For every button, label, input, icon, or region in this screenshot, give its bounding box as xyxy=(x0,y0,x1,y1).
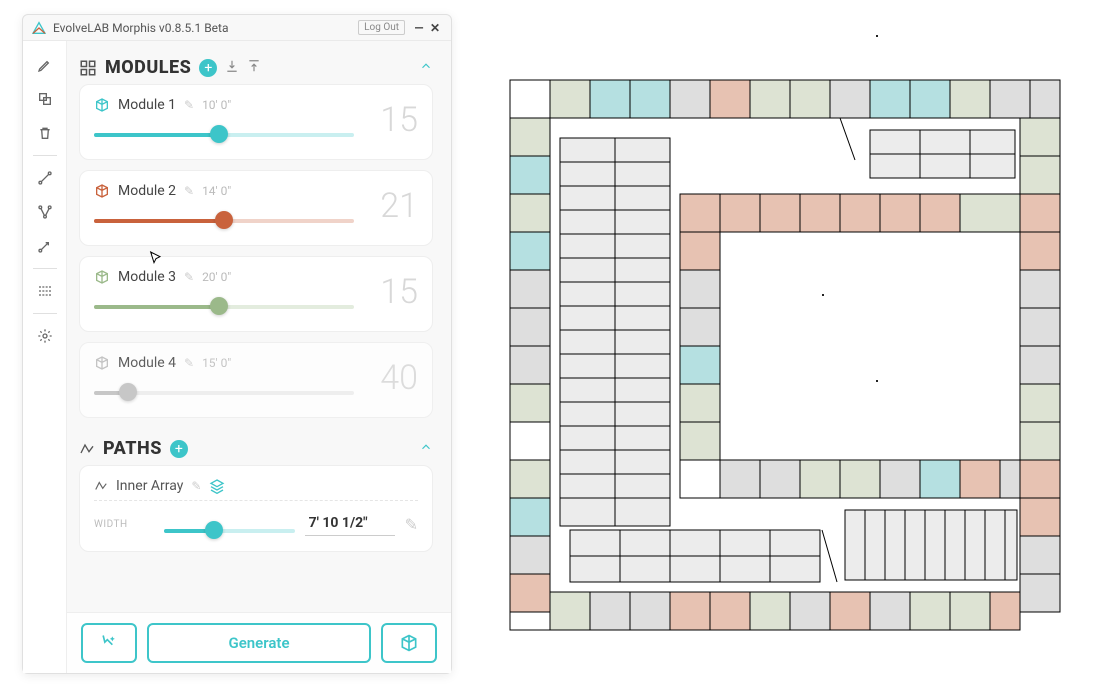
module-count: 21 xyxy=(368,186,418,226)
cube-icon xyxy=(94,183,110,199)
path-icon xyxy=(37,170,53,186)
gear-icon xyxy=(37,328,53,344)
add-module-button[interactable]: + xyxy=(199,59,217,77)
ref-dot xyxy=(876,35,878,37)
path-tool-1[interactable] xyxy=(29,162,61,194)
module-card[interactable]: Module 1 ✎ 10' 0" 15 xyxy=(79,84,433,160)
ref-dot xyxy=(876,380,878,382)
collapse-modules[interactable] xyxy=(419,58,433,77)
import-button[interactable] xyxy=(225,59,239,77)
cube-button[interactable] xyxy=(381,623,437,663)
ref-dot xyxy=(822,294,824,296)
copy-icon xyxy=(37,91,53,107)
path-tool-2[interactable] xyxy=(29,196,61,228)
add-path-button[interactable]: + xyxy=(170,440,188,458)
trash-icon xyxy=(37,125,53,141)
module-name: Module 3 xyxy=(118,269,176,285)
module-count: 15 xyxy=(368,100,418,140)
settings-tool[interactable] xyxy=(29,320,61,352)
edit-path-icon[interactable]: ✎ xyxy=(191,479,201,493)
module-dims: 20' 0" xyxy=(202,270,231,284)
edit-module-icon[interactable]: ✎ xyxy=(184,98,194,112)
module-slider[interactable] xyxy=(94,297,354,315)
modules-section-header: MODULES + xyxy=(79,51,433,84)
cube-icon xyxy=(94,355,110,371)
module-name: Module 2 xyxy=(118,183,176,199)
edit-module-icon[interactable]: ✎ xyxy=(184,270,194,284)
branch-icon xyxy=(37,204,53,220)
collapse-paths[interactable] xyxy=(419,439,433,458)
module-dims: 10' 0" xyxy=(202,98,231,112)
width-slider[interactable] xyxy=(164,521,295,539)
floor-plan-canvas xyxy=(500,70,1070,640)
chevron-up-icon xyxy=(419,59,433,73)
module-card[interactable]: Module 3 ✎ 20' 0" 15 xyxy=(79,256,433,332)
cube-icon xyxy=(94,97,110,113)
module-count: 40 xyxy=(368,358,418,398)
magic-button[interactable] xyxy=(81,623,137,663)
module-card[interactable]: Module 2 ✎ 14' 0" 21 xyxy=(79,170,433,246)
generate-button[interactable]: Generate xyxy=(147,623,371,663)
paths-icon xyxy=(79,441,95,457)
module-slider[interactable] xyxy=(94,211,354,229)
titlebar: EvolveLAB Morphis v0.8.5.1 Beta Log Out … xyxy=(23,15,451,41)
pencil-tool[interactable] xyxy=(29,49,61,81)
path-line-icon xyxy=(94,479,108,493)
module-name: Module 4 xyxy=(118,355,176,371)
path-name: Inner Array xyxy=(116,478,183,494)
delete-tool[interactable] xyxy=(29,117,61,149)
close-button[interactable]: ✕ xyxy=(427,21,443,35)
main-panel: MODULES + Module 1 ✎ 10' 0" xyxy=(67,41,451,673)
left-toolbar xyxy=(23,41,67,673)
footer: Generate xyxy=(67,612,451,673)
module-dims: 14' 0" xyxy=(202,184,231,198)
grid-icon xyxy=(37,283,53,299)
pencil-icon xyxy=(37,57,53,73)
edit-module-icon[interactable]: ✎ xyxy=(184,356,194,370)
edit-module-icon[interactable]: ✎ xyxy=(184,184,194,198)
module-dims: 15' 0" xyxy=(202,356,231,370)
export-button[interactable] xyxy=(247,59,261,77)
module-slider[interactable] xyxy=(94,383,354,401)
download-icon xyxy=(225,59,239,73)
layers-icon[interactable] xyxy=(209,478,225,494)
modules-title: MODULES xyxy=(105,57,191,78)
module-card[interactable]: Module 4 ✎ 15' 0" 40 xyxy=(79,342,433,418)
module-slider[interactable] xyxy=(94,125,354,143)
scroll-area[interactable]: MODULES + Module 1 ✎ 10' 0" xyxy=(67,41,451,612)
modules-icon xyxy=(79,59,97,77)
chevron-up-icon xyxy=(419,440,433,454)
path-tool-3[interactable] xyxy=(29,230,61,262)
app-title: EvolveLAB Morphis v0.8.5.1 Beta xyxy=(53,21,358,35)
minimize-button[interactable]: — xyxy=(411,21,427,35)
app-panel: EvolveLAB Morphis v0.8.5.1 Beta Log Out … xyxy=(22,14,452,674)
paths-title: PATHS xyxy=(103,438,162,459)
edit-width-icon[interactable]: ✎ xyxy=(405,515,418,534)
width-label: WIDTH xyxy=(94,519,154,530)
path-arrow-icon xyxy=(37,238,53,254)
app-logo-icon xyxy=(31,20,47,36)
module-name: Module 1 xyxy=(118,97,176,113)
path-card[interactable]: Inner Array ✎ WIDTH 7' 10 1/2" ✎ xyxy=(79,465,433,552)
width-value: 7' 10 1/2" xyxy=(305,513,395,536)
grid-tool[interactable] xyxy=(29,275,61,307)
logout-button[interactable]: Log Out xyxy=(358,20,405,35)
cube-icon xyxy=(94,269,110,285)
magic-cursor-icon xyxy=(99,633,119,653)
upload-icon xyxy=(247,59,261,73)
cube-icon xyxy=(399,633,419,653)
module-count: 15 xyxy=(368,272,418,312)
copy-tool[interactable] xyxy=(29,83,61,115)
paths-section-header: PATHS + xyxy=(79,432,433,465)
